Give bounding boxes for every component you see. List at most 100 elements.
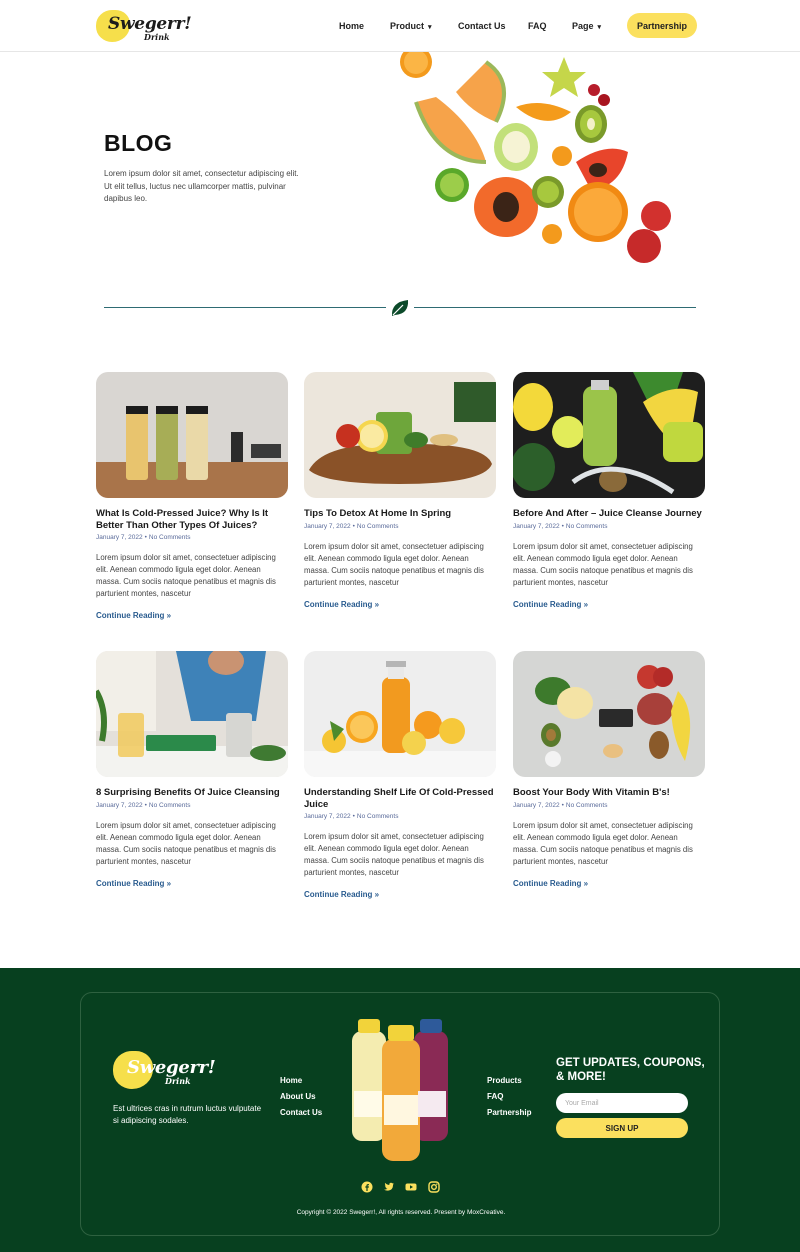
footer-panel: Swegerr! Drink Est ultrices cras in rutr… bbox=[80, 992, 720, 1236]
blog-card: What Is Cold-Pressed Juice? Why Is It Be… bbox=[96, 372, 288, 620]
post-date[interactable]: January 7, 2022 bbox=[513, 802, 560, 809]
post-image[interactable] bbox=[96, 372, 288, 498]
nav-label: Page bbox=[572, 21, 594, 31]
logo-sub: Drink bbox=[165, 1076, 191, 1086]
fruit-illustration bbox=[400, 52, 671, 263]
post-image[interactable] bbox=[513, 651, 705, 777]
nav-label: Home bbox=[339, 21, 365, 31]
juice-bottles-image bbox=[352, 1019, 448, 1161]
post-comments[interactable]: No Comments bbox=[149, 534, 191, 541]
post-title[interactable]: Tips To Detox At Home In Spring bbox=[304, 508, 496, 520]
continue-reading-link[interactable]: Continue Reading » bbox=[96, 879, 288, 888]
post-image-art bbox=[513, 372, 705, 498]
copyright-text: Copyright © 2022 Swegerr!, All rights re… bbox=[296, 1209, 506, 1216]
email-field[interactable]: Your Email bbox=[556, 1093, 688, 1113]
footer-link-partnership[interactable]: Partnership bbox=[487, 1105, 531, 1121]
meta-separator: • bbox=[561, 522, 564, 530]
footer-links-left: Home About Us Contact Us bbox=[280, 1073, 322, 1121]
facebook-icon[interactable] bbox=[361, 1181, 373, 1193]
meta-separator: • bbox=[144, 801, 147, 809]
logo-sub: Drink bbox=[144, 32, 170, 42]
hero-description: Lorem ipsum dolor sit amet, consectetur … bbox=[104, 169, 299, 203]
post-image[interactable] bbox=[513, 372, 705, 498]
nav-item-faq[interactable]: FAQ bbox=[528, 21, 547, 31]
twitter-icon[interactable] bbox=[383, 1181, 395, 1193]
post-comments[interactable]: No Comments bbox=[357, 813, 399, 820]
site-footer: Swegerr! Drink Est ultrices cras in rutr… bbox=[0, 968, 800, 1252]
blog-card: 8 Surprising Benefits Of Juice Cleansing… bbox=[96, 651, 288, 888]
chevron-down-icon: ▾ bbox=[428, 24, 432, 31]
post-image-art bbox=[96, 651, 288, 777]
post-title[interactable]: Boost Your Body With Vitamin B's! bbox=[513, 787, 705, 799]
nav-item-contact[interactable]: Contact Us bbox=[458, 21, 506, 31]
post-comments[interactable]: No Comments bbox=[357, 523, 399, 530]
post-comments[interactable]: No Comments bbox=[149, 802, 191, 809]
footer-tagline: Est ultrices cras in rutrum luctus vulpu… bbox=[113, 1104, 262, 1125]
post-comments[interactable]: No Comments bbox=[566, 523, 608, 530]
blog-card: Before And After – Juice Cleanse Journey… bbox=[513, 372, 705, 609]
footer-link-contact[interactable]: Contact Us bbox=[280, 1105, 322, 1121]
post-excerpt: Lorem ipsum dolor sit amet, consectetuer… bbox=[513, 541, 693, 587]
youtube-icon[interactable] bbox=[405, 1181, 417, 1193]
divider-line-right bbox=[414, 307, 696, 308]
chevron-down-icon: ▾ bbox=[597, 24, 602, 31]
nav-label: Contact Us bbox=[458, 21, 506, 31]
post-image[interactable] bbox=[96, 651, 288, 777]
post-date[interactable]: January 7, 2022 bbox=[96, 534, 143, 541]
blog-card: Boost Your Body With Vitamin B's! Januar… bbox=[513, 651, 705, 888]
meta-separator: • bbox=[352, 522, 355, 530]
footer-link-about[interactable]: About Us bbox=[280, 1089, 322, 1105]
post-image-art bbox=[304, 651, 496, 777]
continue-reading-link[interactable]: Continue Reading » bbox=[513, 600, 705, 609]
post-image[interactable] bbox=[304, 651, 496, 777]
footer-logo[interactable]: Swegerr! Drink bbox=[113, 1051, 216, 1091]
nav-label: FAQ bbox=[528, 21, 547, 31]
post-title[interactable]: Before And After – Juice Cleanse Journey bbox=[513, 508, 705, 520]
post-title[interactable]: Understanding Shelf Life Of Cold-Pressed… bbox=[304, 787, 496, 810]
continue-reading-link[interactable]: Continue Reading » bbox=[96, 611, 288, 620]
continue-reading-link[interactable]: Continue Reading » bbox=[304, 600, 496, 609]
post-excerpt: Lorem ipsum dolor sit amet, consectetuer… bbox=[304, 832, 484, 877]
page-title: BLOG bbox=[104, 130, 173, 156]
post-date[interactable]: January 7, 2022 bbox=[304, 523, 351, 530]
post-meta: January 7, 2022 • No Comments bbox=[513, 523, 705, 530]
post-excerpt: Lorem ipsum dolor sit amet, consectetuer… bbox=[96, 820, 276, 866]
post-date[interactable]: January 7, 2022 bbox=[304, 813, 351, 820]
signup-button[interactable]: SIGN UP bbox=[556, 1118, 688, 1138]
post-meta: January 7, 2022 • No Comments bbox=[96, 534, 288, 541]
post-meta: January 7, 2022 • No Comments bbox=[513, 802, 705, 809]
footer-link-products[interactable]: Products bbox=[487, 1073, 531, 1089]
blog-card: Tips To Detox At Home In Spring January … bbox=[304, 372, 496, 609]
post-image-art bbox=[513, 651, 705, 777]
instagram-icon[interactable] bbox=[428, 1181, 440, 1193]
post-image-art bbox=[96, 372, 288, 498]
nav-label: Product bbox=[390, 21, 425, 31]
logo-name: Swegerr! bbox=[127, 1057, 216, 1078]
post-date[interactable]: January 7, 2022 bbox=[96, 802, 143, 809]
partnership-button[interactable]: Partnership bbox=[627, 13, 697, 38]
leaf-icon bbox=[391, 300, 409, 316]
post-meta: January 7, 2022 • No Comments bbox=[96, 802, 288, 809]
brand-logo[interactable]: Swegerr! Drink bbox=[96, 8, 192, 44]
divider-line-left bbox=[104, 307, 386, 308]
post-comments[interactable]: No Comments bbox=[566, 802, 608, 809]
post-excerpt: Lorem ipsum dolor sit amet, consectetuer… bbox=[304, 541, 484, 587]
nav-item-product[interactable]: Product ▾ bbox=[390, 21, 432, 31]
post-excerpt: Lorem ipsum dolor sit amet, consectetuer… bbox=[513, 820, 693, 866]
continue-reading-link[interactable]: Continue Reading » bbox=[304, 890, 496, 899]
nav-item-page[interactable]: Page ▾ bbox=[572, 21, 601, 31]
footer-links-right: Products FAQ Partnership bbox=[487, 1073, 531, 1121]
nav-item-home[interactable]: Home bbox=[339, 21, 364, 31]
post-title[interactable]: What Is Cold-Pressed Juice? Why Is It Be… bbox=[96, 508, 288, 531]
logo-name: Swegerr! bbox=[108, 14, 192, 34]
post-image[interactable] bbox=[304, 372, 496, 498]
post-image-art bbox=[304, 372, 496, 498]
post-meta: January 7, 2022 • No Comments bbox=[304, 523, 496, 530]
footer-link-faq[interactable]: FAQ bbox=[487, 1089, 531, 1105]
site-header: Swegerr! Drink Home Product ▾ Contact Us … bbox=[0, 0, 800, 52]
continue-reading-link[interactable]: Continue Reading » bbox=[513, 879, 705, 888]
meta-separator: • bbox=[352, 813, 355, 820]
footer-link-home[interactable]: Home bbox=[280, 1073, 322, 1089]
post-title[interactable]: 8 Surprising Benefits Of Juice Cleansing bbox=[96, 787, 288, 799]
post-date[interactable]: January 7, 2022 bbox=[513, 523, 560, 530]
